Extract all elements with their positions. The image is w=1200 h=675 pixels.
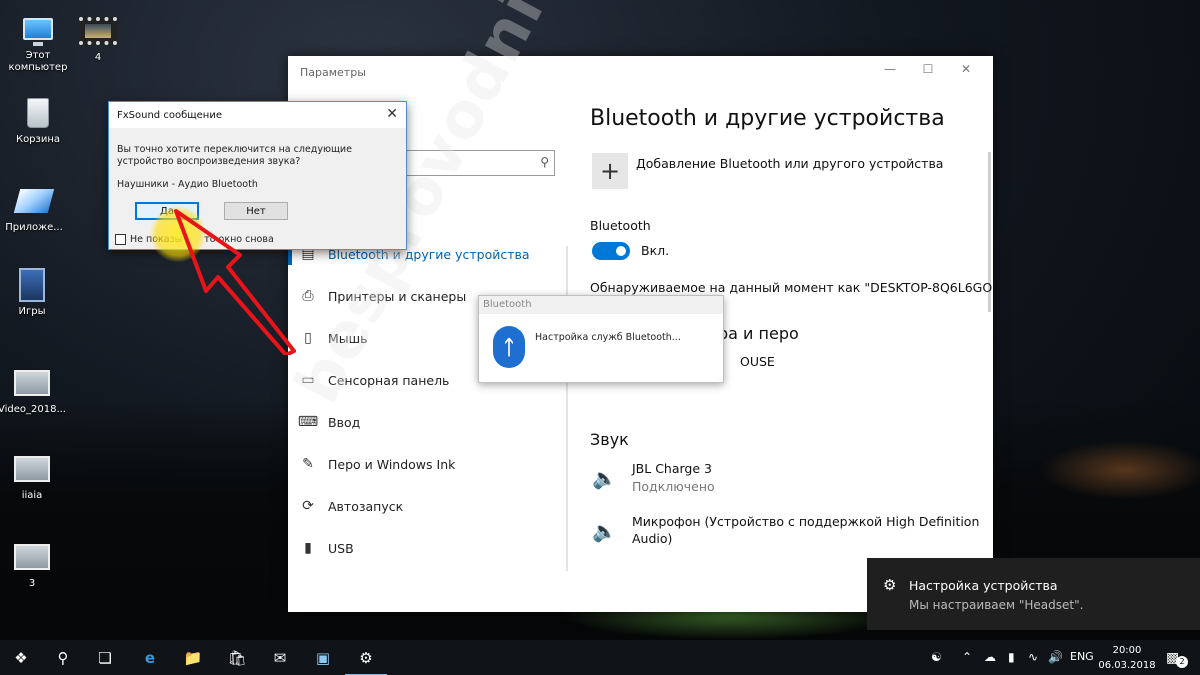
store-icon[interactable]: 🛍 xyxy=(226,648,248,668)
settings-taskbar-icon[interactable]: ⚙ xyxy=(345,648,387,675)
desktop-icon-video-4[interactable]: 4 xyxy=(60,14,136,64)
audio-device-status: Подключено xyxy=(632,479,715,494)
desktop-icon-label: Игры xyxy=(18,306,46,317)
desktop-icon-label: Корзина xyxy=(15,134,61,145)
video-file-icon xyxy=(12,540,52,574)
desktop-icon-video-2018[interactable]: Video_2018... xyxy=(0,366,70,416)
volume-icon[interactable]: 🔊 xyxy=(1048,650,1063,664)
task-view-icon[interactable]: ❏ xyxy=(94,648,116,668)
bluetooth-toggle[interactable] xyxy=(592,242,630,260)
battery-icon[interactable]: ▮ xyxy=(1008,650,1015,664)
mail-icon[interactable]: ✉ xyxy=(269,648,291,668)
desktop-icon-video-3[interactable]: 3 xyxy=(0,540,70,590)
nav-item-typing[interactable]: ⌨ Ввод xyxy=(288,407,558,437)
desktop-icon-recycle-bin[interactable]: Корзина xyxy=(0,96,76,146)
desktop-icon-label: iiaia xyxy=(21,490,43,501)
gear-icon: ⚙ xyxy=(883,576,897,594)
desktop-icon-label: 4 xyxy=(94,52,102,63)
recycle-bin-icon xyxy=(18,96,58,130)
video-file-icon xyxy=(78,14,118,48)
plus-icon: + xyxy=(599,157,621,185)
nav-item-label: Перо и Windows Ink xyxy=(328,456,456,472)
nav-item-autoplay[interactable]: ⟳ Автозапуск xyxy=(288,491,558,521)
desktop-icon-iiaia[interactable]: iiaia xyxy=(0,452,70,502)
cloud-icon[interactable]: ☁ xyxy=(984,650,996,664)
keyboard-icon: ⌨ xyxy=(297,414,319,430)
desktop-icon-label: Video_2018... xyxy=(0,404,66,415)
dialog-close-icon[interactable]: ✕ xyxy=(386,106,398,122)
dialog-message: Вы точно хотите переключится на следующи… xyxy=(117,144,352,167)
language-indicator[interactable]: ENG xyxy=(1070,650,1094,663)
popup-text: Настройка служб Bluetooth... xyxy=(535,332,681,343)
minimize-button[interactable]: — xyxy=(871,62,909,76)
add-device-label[interactable]: Добавление Bluetooth или другого устройс… xyxy=(636,156,943,171)
bluetooth-toggle-state: Вкл. xyxy=(641,243,670,258)
pen-icon: ✎ xyxy=(302,456,314,472)
clock-time: 20:00 xyxy=(1112,645,1142,656)
people-icon[interactable]: ☯ xyxy=(931,650,942,664)
toast-title: Настройка устройства xyxy=(909,578,1058,593)
maximize-button[interactable]: ☐ xyxy=(909,62,947,76)
mouse-keyboard-pen-heading: ра и перо xyxy=(718,324,799,343)
discoverable-text: Обнаруживаемое на данный момент как "DES… xyxy=(590,280,998,295)
search-icon[interactable]: ⚲ xyxy=(52,648,74,668)
autoplay-icon: ⟳ xyxy=(302,498,314,514)
bluetooth-setup-popup: Bluetooth ᛏ Настройка служб Bluetooth... xyxy=(478,295,724,383)
wallpaper-orange-glow xyxy=(1040,440,1200,500)
file-explorer-icon[interactable]: 📁 xyxy=(182,648,204,668)
popup-title: Bluetooth xyxy=(479,296,723,314)
games-icon xyxy=(12,268,52,302)
usb-icon: ▮ xyxy=(304,540,312,556)
red-arrow-annotation xyxy=(174,209,296,355)
video-file-icon xyxy=(12,452,52,486)
wifi-icon[interactable]: ∿ xyxy=(1028,650,1038,664)
nav-item-label: Ввод xyxy=(328,414,361,430)
nav-item-usb[interactable]: ▮ USB xyxy=(288,533,558,563)
mouse-device-name[interactable]: OUSE xyxy=(740,354,775,369)
dialog-titlebar[interactable]: FxSound сообщение ✕ xyxy=(109,102,406,128)
speaker-icon: 🔈 xyxy=(592,466,617,490)
app-icon xyxy=(13,184,55,218)
edge-icon[interactable]: e xyxy=(139,648,161,668)
toast-notification[interactable]: ⚙ Настройка устройства Мы настраиваем "H… xyxy=(867,558,1200,630)
close-button[interactable]: ✕ xyxy=(947,62,985,76)
sound-heading: Звук xyxy=(590,430,629,449)
clock[interactable]: 20:00 06.03.2018 xyxy=(1098,643,1156,673)
audio-device-name: JBL Charge 3 xyxy=(632,461,712,476)
desktop-icon-label: Приложе... xyxy=(5,222,63,233)
search-icon[interactable]: ⚲ xyxy=(540,155,549,169)
clock-date: 06.03.2018 xyxy=(1098,660,1156,671)
chevron-up-icon[interactable]: ⌃ xyxy=(962,650,972,664)
nav-item-pen[interactable]: ✎ Перо и Windows Ink xyxy=(288,449,558,479)
settings-title: Параметры xyxy=(300,65,366,79)
add-device-button[interactable]: + xyxy=(592,153,628,189)
audio-device-microphone[interactable]: 🔈 Микрофон (Устройство с поддержкой High… xyxy=(590,513,990,553)
desktop-icon-games[interactable]: Игры xyxy=(0,268,70,318)
desktop-icon-apps[interactable]: Приложе... xyxy=(0,184,72,234)
bluetooth-icon: ᛏ xyxy=(493,326,525,368)
dialog-title: FxSound сообщение xyxy=(117,109,222,121)
desktop-icon-label: 3 xyxy=(28,578,36,589)
window-controls: — ☐ ✕ xyxy=(871,62,985,76)
start-button[interactable]: ❖ xyxy=(10,648,32,668)
dialog-device-name: Наушники - Аудио Bluetooth xyxy=(117,179,258,190)
video-file-icon xyxy=(12,366,52,400)
photos-icon[interactable]: ▣ xyxy=(312,648,334,668)
speaker-icon: 🔈 xyxy=(592,519,617,543)
toast-body: Мы настраиваем "Headset". xyxy=(909,598,1084,612)
notification-count-badge: 2 xyxy=(1176,656,1188,668)
computer-icon xyxy=(18,12,58,46)
bluetooth-label: Bluetooth xyxy=(590,218,651,233)
taskbar: ❖ ⚲ ❏ e 📁 🛍 ✉ ▣ ⚙ ☯ ⌃ ☁ ▮ ∿ 🔊 ENG 20:00 … xyxy=(0,640,1200,675)
nav-item-label: USB xyxy=(328,540,354,556)
page-title: Bluetooth и другие устройства xyxy=(590,106,945,131)
checkbox-box[interactable] xyxy=(115,234,126,245)
audio-device-jbl[interactable]: 🔈 JBL Charge 3 Подключено xyxy=(590,460,990,500)
audio-device-name: Микрофон (Устройство с поддержкой High D… xyxy=(632,514,980,546)
nav-item-label: Автозапуск xyxy=(328,498,404,514)
